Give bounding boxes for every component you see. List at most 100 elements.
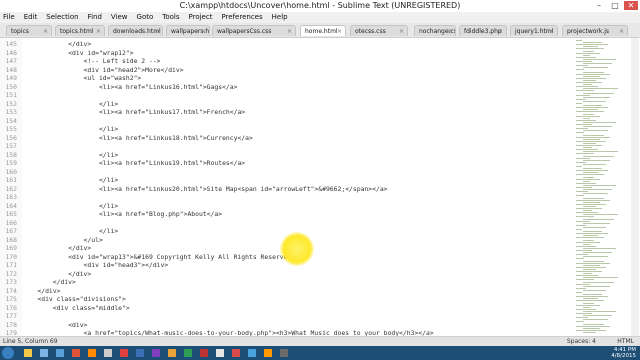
code-line[interactable]: 176 <div class="middle"> (0, 304, 560, 313)
chrome-icon[interactable] (72, 349, 80, 357)
code-line[interactable]: 166 (0, 219, 560, 228)
tab-fdiddle3-php[interactable]: fdiddle3.php × (459, 25, 507, 36)
tab-projectwork-js[interactable]: projectwork.js × (562, 25, 628, 36)
menu-file[interactable]: File (3, 12, 15, 23)
sublime-text-icon[interactable] (264, 349, 272, 357)
tab-close-icon[interactable]: × (447, 26, 452, 36)
explorer-icon[interactable] (40, 349, 48, 357)
tab-jquery1-html[interactable]: jquery1.html × (510, 25, 558, 36)
maximize-button[interactable]: □ (608, 1, 622, 10)
code-line[interactable]: 152 </li> (0, 100, 560, 109)
ie-icon[interactable] (56, 349, 64, 357)
code-line[interactable]: 160 (0, 168, 560, 177)
clock[interactable]: 4:41 PM 4/8/2015 (611, 347, 636, 359)
menu-edit[interactable]: Edit (24, 12, 38, 23)
code-line[interactable]: 171 <div id="head3"></div> (0, 261, 560, 270)
tab-topics[interactable]: topics × (6, 25, 52, 36)
app-icon[interactable] (280, 349, 288, 357)
menu-find[interactable]: Find (88, 12, 102, 23)
menu-goto[interactable]: Goto (137, 12, 154, 23)
minimap-line (583, 105, 602, 107)
minimap-line (583, 100, 606, 102)
minimap-line (583, 46, 598, 48)
tab-wallpapers-html[interactable]: wallpapers.html× (166, 25, 210, 36)
app-icon[interactable] (136, 349, 144, 357)
code-line[interactable]: 178 <div> (0, 321, 560, 330)
tab-close-icon[interactable]: × (154, 26, 159, 36)
menu-view[interactable]: View (111, 12, 128, 23)
minimap-line (576, 48, 604, 50)
tab-nochange-css[interactable]: nochange.css × (414, 25, 456, 36)
tab-label: projectwork.js (567, 28, 610, 35)
code-line[interactable]: 161 </li> (0, 176, 560, 185)
tab-close-icon[interactable]: × (43, 26, 48, 36)
app-icon[interactable] (200, 349, 208, 357)
code-line[interactable]: 162 <li><a href="Linkus20.html">Site Map… (0, 185, 560, 194)
tab-close-icon[interactable]: × (287, 26, 292, 36)
code-line[interactable]: 151 (0, 91, 560, 100)
code-line[interactable]: 149 <ul id="wash2"> (0, 74, 560, 83)
code-line[interactable]: 158 </li> (0, 151, 560, 160)
minimap[interactable] (572, 38, 630, 336)
minimap-line (583, 201, 600, 203)
tab-downloads-html[interactable]: downloads.html × (108, 25, 163, 36)
app-icon[interactable] (232, 349, 240, 357)
line-number: 153 (5, 108, 17, 116)
code-line[interactable]: 177 (0, 312, 560, 321)
code-line[interactable]: 175 <div class="divisions"> (0, 295, 560, 304)
tab-home-html[interactable]: home.html × (300, 25, 346, 36)
tab-close-icon[interactable]: × (549, 26, 554, 36)
code-line[interactable]: 147 <!-- Left side 2 --> (0, 57, 560, 66)
vertical-scrollbar[interactable] (631, 38, 639, 336)
tab-label: jquery1.html (515, 28, 554, 35)
code-line[interactable]: 164 </li> (0, 202, 560, 211)
firefox-icon[interactable] (88, 349, 96, 357)
editor[interactable]: 145 </div> 146 <div id="wrap12"> 147 <!-- … (0, 38, 640, 337)
code-line[interactable]: 167 </li> (0, 227, 560, 236)
app-icon[interactable] (248, 349, 256, 357)
menu-preferences[interactable]: Preferences (221, 12, 262, 23)
tab-close-icon[interactable]: × (337, 26, 342, 36)
code-line[interactable]: 153 <li><a href="Linkus17.html">French</… (0, 108, 560, 117)
menu-help[interactable]: Help (272, 12, 288, 23)
tab-close-icon[interactable]: × (399, 26, 404, 36)
code-line[interactable]: 155 </li> (0, 125, 560, 134)
tab-topics-html[interactable]: topics.html × (55, 25, 105, 36)
menu-selection[interactable]: Selection (46, 12, 78, 23)
folder-icon[interactable] (24, 349, 32, 357)
line-number: 154 (5, 116, 17, 125)
tab-close-icon[interactable]: × (619, 26, 624, 36)
minimap-line (583, 79, 596, 81)
code-line[interactable]: 146 <div id="wrap12"> (0, 49, 560, 58)
menu-tools[interactable]: Tools (162, 12, 179, 23)
app-icon[interactable] (120, 349, 128, 357)
tab-close-icon[interactable]: × (201, 26, 206, 36)
tab-wallpaperscss-css[interactable]: wallpapersCss.css × (212, 25, 296, 36)
app-icon[interactable] (104, 349, 112, 357)
tab-close-icon[interactable]: × (96, 26, 101, 36)
code-line[interactable]: 150 <li><a href="Linkus16.html">Gags</a> (0, 83, 560, 92)
code-line[interactable]: 159 <li><a href="Linkus19.html">Routes</… (0, 159, 560, 168)
code-line[interactable]: 165 <li><a href="Blog.php">About</a> (0, 210, 560, 219)
code-line[interactable]: 156 <li><a href="Linkus18.html">Currency… (0, 134, 560, 143)
close-button[interactable]: ✕ (624, 1, 638, 10)
minimap-line (583, 96, 610, 98)
tab-close-icon[interactable]: × (498, 26, 503, 36)
code-line[interactable]: 145 </div> (0, 40, 560, 49)
app-icon[interactable] (152, 349, 160, 357)
code-line[interactable]: 157 (0, 142, 560, 151)
minimize-button[interactable]: – (592, 1, 606, 10)
tab-otecss-css[interactable]: otecss.css × (350, 25, 408, 36)
code-line[interactable]: 148 <div id="head2">More</div> (0, 66, 560, 75)
code-line[interactable]: 154 (0, 117, 560, 126)
app-icon[interactable] (168, 349, 176, 357)
minimap-line (576, 254, 588, 256)
code-line[interactable]: 174 </div> (0, 287, 560, 296)
app-icon[interactable] (184, 349, 192, 357)
windows-start-icon[interactable] (2, 347, 14, 359)
menu-project[interactable]: Project (189, 12, 213, 23)
app-icon[interactable] (216, 349, 224, 357)
code-line[interactable]: 163 (0, 193, 560, 202)
code-line[interactable]: 173 </div> (0, 278, 560, 287)
code-line[interactable]: 172 </div> (0, 270, 560, 279)
